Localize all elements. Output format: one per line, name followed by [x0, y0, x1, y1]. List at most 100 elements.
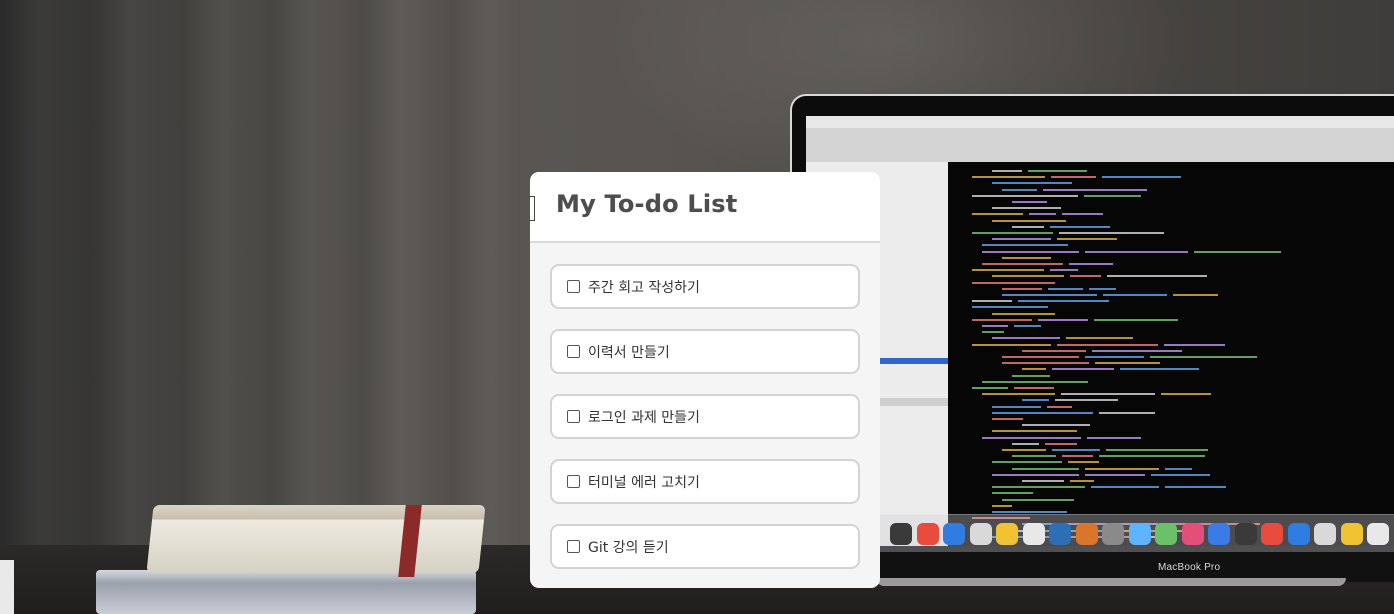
dock-app-icon [1287, 523, 1310, 545]
code-line [1173, 294, 1218, 296]
todo-checkbox[interactable] [567, 475, 580, 488]
code-line [992, 430, 1077, 433]
code-line [1102, 176, 1181, 179]
code-line [1070, 275, 1101, 278]
todo-header: My To-do List [530, 172, 880, 243]
dock-app-icon [1049, 523, 1071, 545]
dock-app-icon [996, 523, 1018, 545]
todo-label: 주간 회고 작성하기 [588, 279, 700, 296]
code-line [982, 436, 1081, 439]
laptop-menubar [806, 116, 1394, 128]
todo-item[interactable]: 터미널 에러 고치기 [550, 459, 860, 504]
code-line [1002, 188, 1037, 191]
dock-app-icon [1234, 523, 1257, 545]
code-line [972, 176, 1045, 179]
code-line [1002, 356, 1079, 358]
todo-item[interactable]: 로그인 과제 만들기 [550, 394, 860, 439]
code-line [1022, 424, 1090, 427]
code-line [1052, 449, 1100, 451]
code-line [1085, 250, 1188, 253]
code-line [992, 504, 1012, 507]
code-line [992, 170, 1022, 172]
todo-item[interactable]: 주간 회고 작성하기 [550, 264, 860, 309]
dock-app-icon [1075, 523, 1098, 545]
background-book-bottom [96, 570, 476, 614]
code-line [972, 281, 1055, 284]
code-line [1012, 442, 1039, 445]
todo-checkbox[interactable] [567, 345, 580, 358]
code-line [1084, 194, 1141, 197]
dock-app-icon [1155, 523, 1177, 545]
code-line [1051, 176, 1096, 179]
code-line [972, 232, 1053, 234]
code-line [1107, 275, 1207, 278]
code-line [1002, 287, 1042, 290]
todo-checkbox[interactable] [567, 410, 580, 423]
dock-app-icon [943, 523, 965, 545]
dock-app-icon [890, 523, 912, 545]
todo-item[interactable]: Git 강의 듣기 [550, 524, 860, 569]
dock-app-icon [1022, 523, 1045, 545]
background-dock [876, 514, 1394, 554]
code-line [1022, 480, 1064, 482]
code-line [992, 312, 1055, 315]
todo-item[interactable]: 이력서 만들기 [550, 329, 860, 374]
dock-app-icon [1261, 523, 1283, 545]
dock-app-icon [969, 523, 992, 545]
code-line [972, 318, 1032, 321]
code-line [992, 182, 1072, 185]
dock-app-icon [1102, 523, 1124, 545]
code-line [992, 411, 1093, 414]
code-line [992, 238, 1051, 241]
code-line [1022, 368, 1046, 371]
code-line [1085, 467, 1159, 470]
code-line [1099, 455, 1205, 458]
code-line [1052, 368, 1114, 371]
code-line [1002, 449, 1046, 451]
code-line [1059, 232, 1164, 234]
code-line [1150, 356, 1257, 358]
page-title: My To-do List [556, 190, 738, 218]
header-accent-bracket [530, 196, 535, 221]
code-line [1012, 455, 1056, 458]
background-laptop-screen [806, 116, 1394, 546]
code-line [1094, 318, 1178, 321]
code-line [1018, 300, 1109, 303]
background-book-top [146, 505, 486, 573]
dock-app-icon [1340, 523, 1363, 545]
todo-checkbox[interactable] [567, 280, 580, 293]
code-line [992, 461, 1062, 464]
code-line [972, 387, 1008, 389]
code-line [1062, 213, 1103, 216]
code-line [1012, 201, 1047, 203]
dock-app-icon [916, 523, 939, 545]
code-line [972, 269, 1044, 272]
todo-checkbox[interactable] [567, 540, 580, 553]
code-line [1165, 486, 1226, 489]
code-line [992, 486, 1085, 489]
code-line [1194, 250, 1281, 253]
code-line [1022, 349, 1086, 352]
code-line [1087, 436, 1141, 439]
code-line [1055, 399, 1118, 402]
code-line [1050, 225, 1110, 228]
code-line [1022, 399, 1049, 402]
laptop-toolbar [806, 128, 1394, 162]
code-line [1045, 442, 1077, 445]
code-line [1106, 449, 1208, 451]
code-line [1012, 225, 1044, 228]
code-line [972, 306, 1048, 309]
dock-app-icon [1181, 523, 1204, 545]
code-line [992, 473, 1079, 476]
code-line [1103, 294, 1167, 296]
code-line [1061, 393, 1155, 396]
code-line [1048, 287, 1083, 290]
code-line [1012, 467, 1079, 470]
dock-app-icon [1128, 523, 1151, 545]
code-line [1057, 238, 1117, 241]
code-line [992, 511, 1067, 513]
code-line [1085, 356, 1144, 358]
code-line [1002, 498, 1074, 501]
code-line [982, 244, 1068, 247]
code-line [1068, 461, 1099, 464]
